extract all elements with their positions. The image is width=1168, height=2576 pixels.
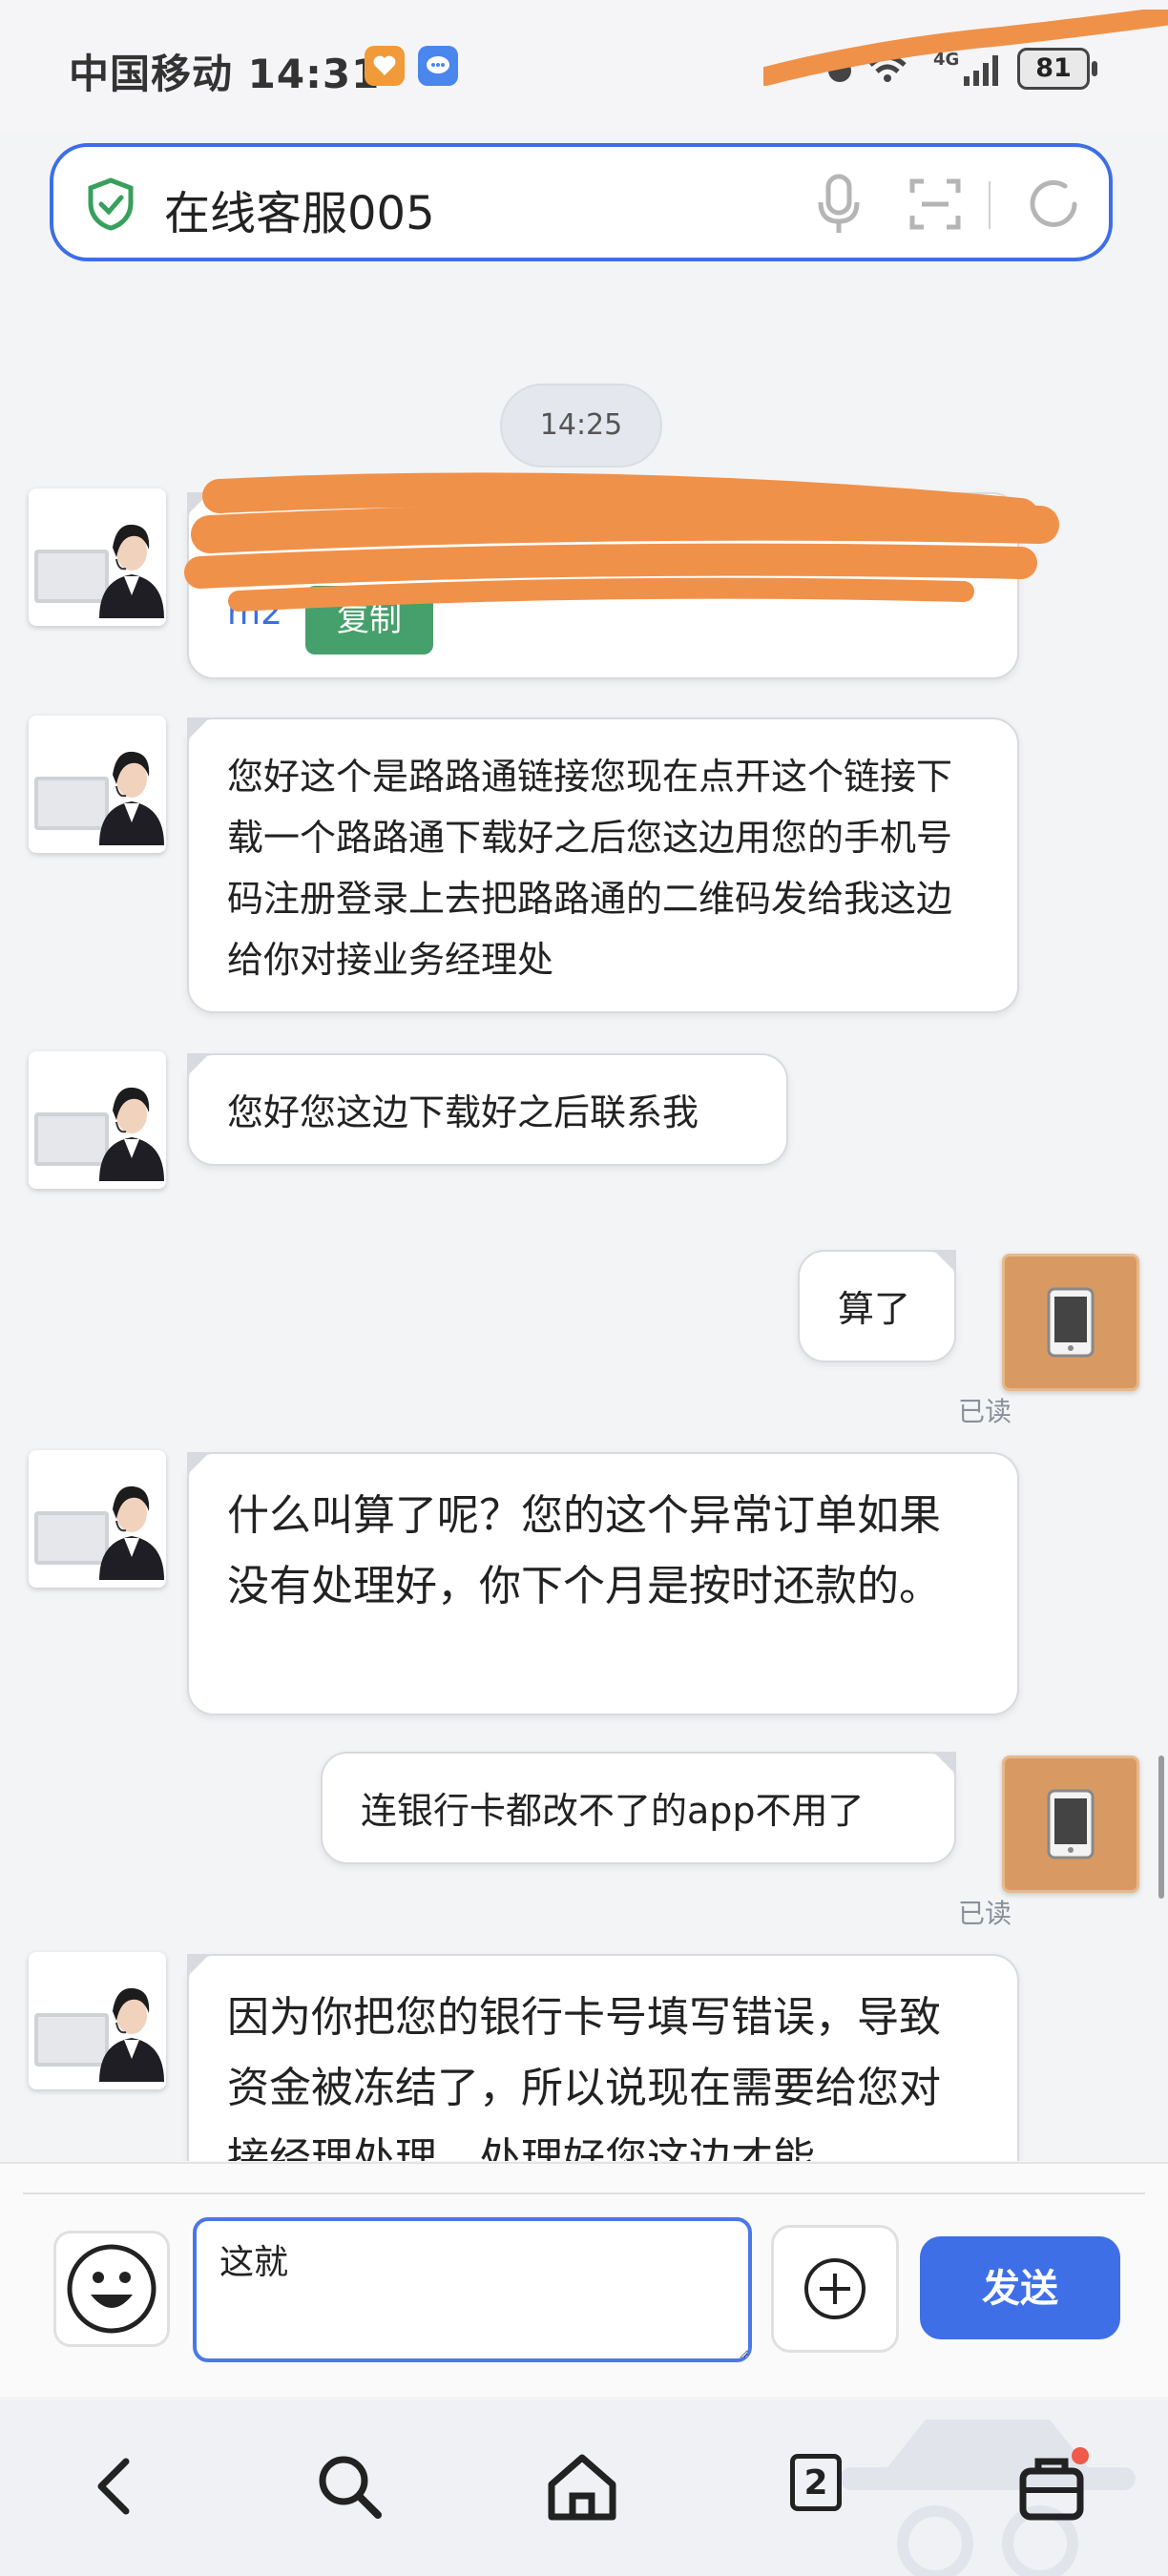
refresh-icon[interactable]	[1023, 174, 1084, 235]
carrier-and-time: 中国移动 14:31	[69, 51, 381, 97]
message-text: 因为你把您的银行卡号填写错误，导致资金被冻结了，所以说现在需要给您对接经理处理，…	[227, 1993, 941, 2161]
menu-bag-icon[interactable]	[1004, 2439, 1099, 2534]
user-avatar[interactable]	[1002, 1755, 1139, 1893]
message-text: 连银行卡都改不了的app不用了	[361, 1790, 865, 1832]
search-icon[interactable]	[302, 2439, 397, 2534]
message-text: 您好这个是路路通链接您现在点开这个链接下载一个路路通下载好之后您这边用您的手机号…	[227, 756, 953, 981]
microphone-icon[interactable]	[817, 174, 861, 235]
message-text: 算了	[838, 1288, 911, 1330]
message-text: 什么叫算了呢？您的这个异常订单如果没有处理好，你下个月是按时还款的。	[227, 1491, 941, 1610]
shield-check-icon	[88, 177, 134, 231]
browser-nav-bar: 2	[0, 2400, 1168, 2576]
user-message-bubble[interactable]: 算了	[798, 1250, 956, 1362]
message-bubble[interactable]: 因为你把您的银行卡号填写错误，导致资金被冻结了，所以说现在需要给您对接经理处理，…	[187, 1954, 1019, 2161]
agent-avatar[interactable]	[29, 1450, 166, 1588]
agent-avatar[interactable]	[29, 716, 166, 853]
status-bar: 中国移动 14:31 4G 81	[0, 0, 1168, 134]
incognito-watermark-icon	[840, 2420, 1136, 2576]
user-message-bubble[interactable]: 连银行卡都改不了的app不用了	[321, 1752, 956, 1864]
chat-messages[interactable]: 14:25 h m2 复制 您好这个是路路通链接您现在点开这个链接下载一个路路通…	[0, 296, 1168, 2161]
message-composer: 这就 发送	[0, 2162, 1168, 2397]
redaction-scribble	[184, 472, 1059, 612]
timestamp-pill: 14:25	[500, 384, 662, 467]
plus-icon	[804, 2258, 866, 2319]
message-bubble[interactable]: 您好这个是路路通链接您现在点开这个链接下载一个路路通下载好之后您这边用您的手机号…	[187, 717, 1019, 1013]
agent-avatar[interactable]	[29, 1952, 166, 2089]
divider	[989, 181, 991, 229]
read-status: 已读	[958, 1396, 1012, 1427]
notification-message-icon	[418, 46, 458, 86]
home-icon[interactable]	[534, 2439, 630, 2534]
scrollbar[interactable]	[1158, 1755, 1164, 1899]
message-input[interactable]: 这就	[193, 2217, 752, 2362]
address-bar[interactable]: 在线客服005	[50, 143, 1113, 261]
message-text: 您好您这边下载好之后联系我	[227, 1091, 699, 1133]
user-avatar[interactable]	[1002, 1254, 1139, 1391]
notification-heart-icon	[365, 46, 405, 86]
message-bubble[interactable]: 您好您这边下载好之后联系我	[187, 1053, 788, 1166]
scan-icon[interactable]	[908, 177, 962, 231]
send-button[interactable]: 发送	[920, 2236, 1120, 2339]
divider	[23, 2192, 1145, 2194]
agent-avatar[interactable]	[29, 488, 166, 626]
tab-switcher-button[interactable]: 2	[790, 2454, 842, 2511]
redaction-scribble	[763, 10, 1168, 86]
page-title: 在线客服005	[164, 187, 435, 240]
emoji-button[interactable]	[53, 2231, 170, 2347]
back-icon[interactable]	[67, 2439, 162, 2534]
agent-avatar[interactable]	[29, 1051, 166, 1189]
message-bubble[interactable]: 什么叫算了呢？您的这个异常订单如果没有处理好，你下个月是按时还款的。	[187, 1452, 1019, 1715]
smiley-icon	[67, 2244, 156, 2334]
attach-button[interactable]	[771, 2225, 899, 2353]
read-status: 已读	[958, 1898, 1012, 1929]
